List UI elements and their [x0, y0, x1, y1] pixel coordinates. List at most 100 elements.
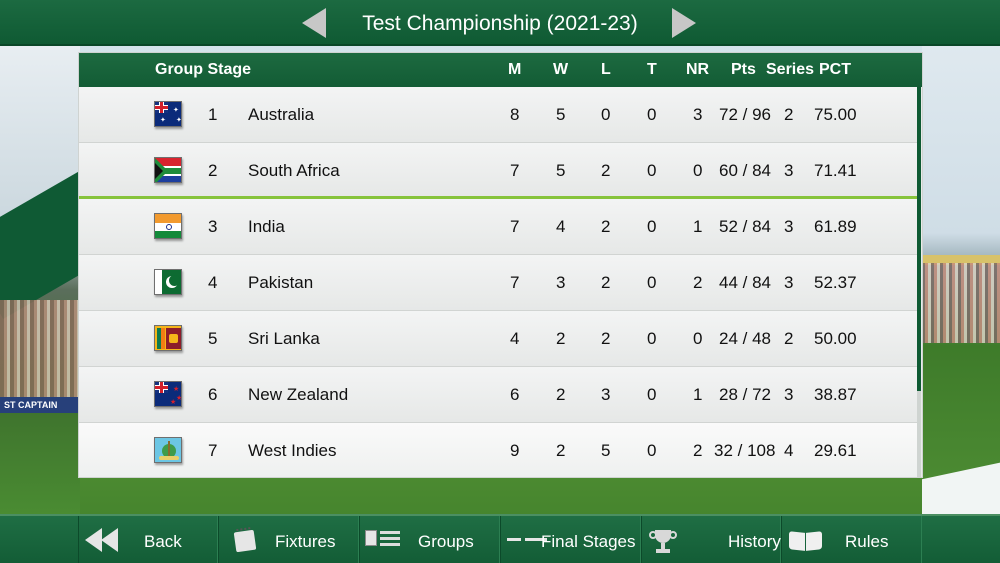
pct: 71.41 — [814, 161, 857, 180]
series: 3 — [784, 273, 794, 292]
losses: 2 — [601, 273, 611, 292]
position: 7 — [208, 441, 218, 460]
header-bar: Test Championship (2021-23) — [0, 0, 1000, 46]
pct: 50.00 — [814, 329, 857, 348]
pakistan-flag-icon — [154, 269, 182, 295]
pct: 61.89 — [814, 217, 857, 236]
scrollbar-thumb[interactable] — [917, 87, 921, 391]
book-icon — [789, 531, 823, 552]
no-result: 1 — [693, 217, 703, 236]
column-header-matches: M — [508, 61, 522, 78]
losses: 2 — [601, 161, 611, 180]
wins: 2 — [556, 385, 566, 404]
matches: 9 — [510, 441, 520, 460]
team-name: Sri Lanka — [248, 329, 320, 348]
table-row[interactable]: ✦ ✦ ✦ 1 Australia 8 5 0 0 3 72 / 96 2 75.0… — [79, 87, 917, 143]
series: 4 — [784, 441, 794, 460]
groups-label: Groups — [418, 532, 474, 551]
no-result: 1 — [693, 385, 703, 404]
next-competition-button[interactable] — [672, 8, 698, 38]
groups-button[interactable]: Groups — [359, 516, 500, 563]
ties: 0 — [647, 105, 657, 124]
previous-competition-button[interactable] — [302, 8, 328, 38]
south-africa-flag-icon — [154, 157, 182, 183]
wins: 2 — [556, 329, 566, 348]
sri-lanka-flag-icon — [154, 325, 182, 351]
column-header-group: Group Stage — [155, 61, 252, 78]
pct: 29.61 — [814, 441, 857, 460]
position: 1 — [208, 105, 218, 124]
bottom-nav: Back Fixtures Groups Final Stages Histor… — [0, 514, 1000, 563]
fixtures-label: Fixtures — [275, 532, 336, 551]
matches: 6 — [510, 385, 520, 404]
back-button[interactable]: Back — [78, 516, 218, 563]
no-result: 0 — [693, 161, 703, 180]
column-header-pct: PCT — [819, 61, 851, 78]
table-row[interactable]: 4 Pakistan 7 3 2 0 2 44 / 84 3 52.37 — [79, 255, 917, 311]
india-flag-icon — [154, 213, 182, 239]
rules-label: Rules — [845, 532, 889, 551]
losses: 5 — [601, 441, 611, 460]
losses: 0 — [601, 105, 611, 124]
pct: 38.87 — [814, 385, 857, 404]
rewind-icon — [85, 528, 119, 552]
table-header: Group Stage M W L T NR Pts Series PCT — [79, 53, 922, 87]
column-header-losses: L — [601, 61, 611, 78]
stadium-banner — [922, 444, 1000, 515]
stadium-crowd — [0, 300, 80, 400]
wins: 4 — [556, 217, 566, 236]
stadium-crowd — [922, 263, 1000, 343]
table-row[interactable]: 2 South Africa 7 5 2 0 0 60 / 84 3 71.41 — [79, 143, 917, 199]
series: 2 — [784, 105, 794, 124]
no-result: 0 — [693, 329, 703, 348]
no-result: 3 — [693, 105, 703, 124]
notepad-icon — [233, 529, 257, 553]
team-name: Pakistan — [248, 273, 314, 292]
scrollbar[interactable] — [917, 87, 921, 477]
position: 4 — [208, 273, 218, 292]
column-header-ties: T — [647, 61, 657, 78]
matches: 7 — [510, 217, 520, 236]
points: 28 / 72 — [719, 385, 771, 404]
series: 2 — [784, 329, 794, 348]
column-header-series: Series — [766, 61, 815, 78]
trophy-icon — [648, 528, 678, 554]
team-name: West Indies — [248, 441, 337, 460]
wins: 3 — [556, 273, 566, 292]
final-stages-button[interactable]: Final Stages — [500, 516, 641, 563]
table-row[interactable]: ★ ★ ★ 6 New Zealand 6 2 3 0 1 28 / 72 3 38… — [79, 367, 917, 423]
ties: 0 — [647, 329, 657, 348]
matches: 4 — [510, 329, 520, 348]
new-zealand-flag-icon: ★ ★ ★ — [154, 381, 182, 407]
rules-button[interactable]: Rules — [781, 516, 922, 563]
matches: 7 — [510, 273, 520, 292]
position: 3 — [208, 217, 218, 236]
groups-table-icon — [365, 528, 401, 550]
points: 60 / 84 — [719, 161, 771, 180]
losses: 2 — [601, 329, 611, 348]
losses: 2 — [601, 217, 611, 236]
chevron-left-icon — [302, 8, 326, 38]
back-label: Back — [144, 532, 182, 551]
table-row[interactable]: 3 India 7 4 2 0 1 52 / 84 3 61.89 — [79, 199, 917, 255]
history-button[interactable]: History — [641, 516, 781, 563]
stadium-banner — [0, 161, 80, 319]
team-name: India — [248, 217, 285, 236]
wins: 5 — [556, 105, 566, 124]
series: 3 — [784, 217, 794, 236]
points: 72 / 96 — [719, 105, 771, 124]
stadium-sign: ST CAPTAIN — [0, 397, 80, 413]
table-row[interactable]: 7 West Indies 9 2 5 0 2 32 / 108 4 29.61 — [79, 423, 917, 477]
no-result: 2 — [693, 273, 703, 292]
no-result: 2 — [693, 441, 703, 460]
history-label: History — [728, 532, 781, 551]
ties: 0 — [647, 161, 657, 180]
column-header-no-result: NR — [686, 61, 710, 78]
page-title: Test Championship (2021-23) — [362, 12, 638, 35]
australia-flag-icon: ✦ ✦ ✦ — [154, 101, 182, 127]
ties: 0 — [647, 385, 657, 404]
fixtures-button[interactable]: Fixtures — [218, 516, 359, 563]
table-row[interactable]: 5 Sri Lanka 4 2 2 0 0 24 / 48 2 50.00 — [79, 311, 917, 367]
series: 3 — [784, 385, 794, 404]
points: 24 / 48 — [719, 329, 771, 348]
